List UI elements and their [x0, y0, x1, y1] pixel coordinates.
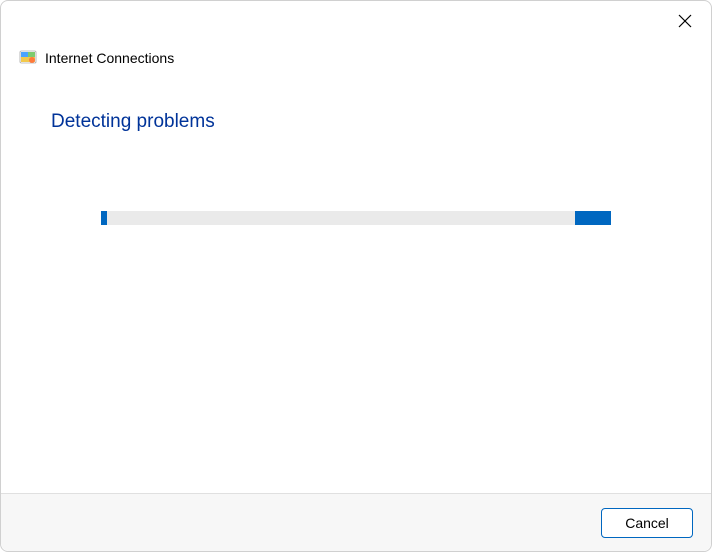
progress-segment: [101, 211, 107, 225]
content-area: Detecting problems: [1, 67, 711, 493]
cancel-button[interactable]: Cancel: [601, 508, 693, 538]
troubleshooter-window: Internet Connections Detecting problems …: [0, 0, 712, 552]
network-troubleshoot-icon: [19, 49, 37, 67]
close-icon: [678, 14, 692, 33]
close-button[interactable]: [675, 13, 695, 33]
footer: Cancel: [1, 493, 711, 551]
page-heading: Detecting problems: [51, 111, 661, 133]
progress-bar: [101, 211, 611, 225]
header: Internet Connections: [1, 1, 711, 67]
progress-segment: [575, 211, 611, 225]
header-title: Internet Connections: [45, 50, 174, 66]
